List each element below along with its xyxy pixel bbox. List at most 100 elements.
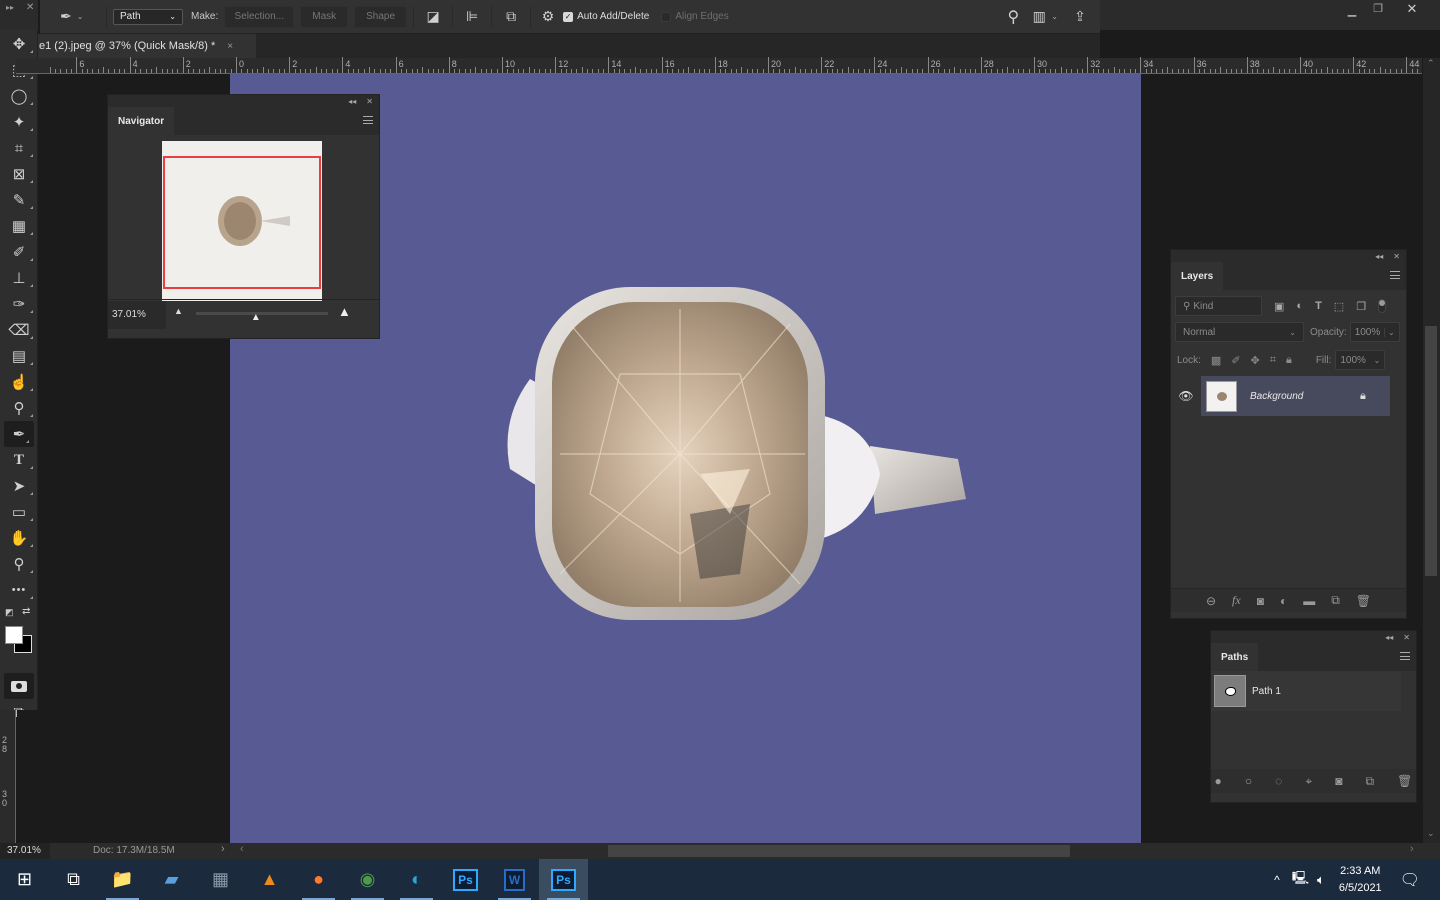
vertical-scroll-thumb[interactable] [1425, 326, 1437, 576]
lasso-tool[interactable]: ◯ [0, 83, 38, 109]
lock-position-icon[interactable]: ✥ [1251, 354, 1260, 367]
chevron-down-icon[interactable]: ⌄ [1051, 12, 1058, 21]
filter-shape-icon[interactable]: ⬚ [1334, 300, 1344, 313]
taskbar-calculator[interactable]: ▦ [196, 859, 245, 900]
eraser-tool[interactable]: ⌫ [0, 317, 38, 343]
filter-adjustment-icon[interactable]: ◐ [1296, 300, 1303, 312]
filter-smart-object-icon[interactable]: ❐ [1356, 300, 1366, 313]
layer-name[interactable]: Background [1250, 391, 1360, 402]
taskbar-photoshop-active[interactable]: Ps [539, 859, 588, 900]
delete-icon[interactable]: 🗑︎ [1356, 594, 1371, 608]
layer-filter-select[interactable]: ⚲ Kind [1175, 296, 1262, 316]
crop-tool[interactable]: ⌗ [0, 135, 38, 161]
blend-mode-select[interactable]: Normal ⌄ [1175, 322, 1304, 342]
notifications-icon[interactable]: 🗨︎ [1400, 870, 1420, 890]
make-shape-button[interactable]: Shape [354, 5, 408, 28]
filter-type-icon[interactable]: T [1315, 300, 1322, 312]
visibility-eye-icon[interactable]: 👁︎ [1171, 389, 1201, 403]
clone-stamp-tool[interactable]: ⊥ [0, 265, 38, 291]
close-icon[interactable]: ✕ [1403, 633, 1410, 642]
close-icon[interactable]: ✕ [366, 97, 373, 106]
scroll-down-icon[interactable]: ⌄ [1427, 828, 1435, 839]
taskbar-edge[interactable]: ◐ [392, 859, 441, 900]
taskbar-app-shortcut[interactable]: ▰ [147, 859, 196, 900]
filter-pixel-icon[interactable]: ▣ [1274, 300, 1284, 313]
new-layer-icon[interactable]: ⧉ [1331, 593, 1340, 608]
share-icon[interactable]: ⇪ [1066, 8, 1094, 25]
path-arrangement-icon[interactable]: ⧉ [498, 8, 524, 25]
close-icon[interactable]: × [227, 41, 233, 52]
lock-artboard-icon[interactable]: ⌗ [1270, 354, 1276, 367]
navigator-zoom-field[interactable]: 37.01% [108, 300, 166, 329]
zoom-slider-track[interactable] [196, 312, 328, 315]
start-button[interactable]: ⊞ [0, 859, 49, 900]
path-row[interactable]: Path 1 [1211, 671, 1401, 711]
document-tab[interactable]: e1 (2).jpeg @ 37% (Quick Mask/8) * × [38, 34, 256, 58]
opacity-field[interactable]: 100% ⌄ [1349, 322, 1400, 342]
taskbar-task-view[interactable]: ⧉ [49, 859, 98, 900]
default-colors-icon[interactable]: ◩ [5, 607, 14, 618]
move-tool[interactable]: ✥ [0, 31, 38, 57]
taskbar-chrome[interactable]: ◉ [343, 859, 392, 900]
volume-icon[interactable]: 🔈︎ [1317, 872, 1325, 888]
ruler-origin[interactable] [16, 58, 40, 74]
rectangle-tool[interactable]: ▭ [0, 499, 38, 525]
load-selection-icon[interactable]: ◌ [1275, 774, 1282, 788]
network-icon[interactable]: 🖳︎ [1292, 869, 1309, 891]
make-mask-button[interactable]: Mask [300, 5, 349, 28]
edit-toolbar[interactable]: ••• [0, 577, 38, 603]
lock-image-icon[interactable]: ✐ [1231, 354, 1240, 367]
zoom-out-icon[interactable]: ▲ [174, 306, 183, 316]
collapse-icon[interactable]: ◂◂ [1375, 252, 1383, 261]
stroke-path-icon[interactable]: ○ [1245, 774, 1252, 788]
fill-path-icon[interactable]: ● [1215, 774, 1222, 788]
minimize-button[interactable]: ▁ [1340, 4, 1364, 17]
close-icon[interactable]: ✕ [1393, 252, 1400, 261]
zoom-in-icon[interactable]: ▲ [338, 304, 351, 319]
panel-menu-icon[interactable] [1390, 271, 1400, 279]
path-operations-icon[interactable]: ◪ [420, 8, 446, 25]
filter-toggle[interactable] [1378, 299, 1387, 313]
panel-menu-icon[interactable] [1400, 652, 1410, 660]
zoom-tool[interactable]: ⚲ [0, 551, 38, 577]
scroll-left-icon[interactable]: ‹ [240, 843, 244, 855]
history-brush-tool[interactable]: ✑ [0, 291, 38, 317]
vertical-scrollbar[interactable]: ⌃ ⌄ [1423, 58, 1440, 843]
delete-icon[interactable]: 🗑︎ [1397, 774, 1412, 788]
scroll-up-icon[interactable]: ⌃ [1427, 58, 1435, 69]
layer-row[interactable]: 👁︎ Background 🔒︎ [1171, 376, 1406, 416]
horizontal-scroll-thumb[interactable] [608, 845, 1070, 857]
search-icon[interactable]: ⚲ [999, 7, 1027, 27]
collapse-icon[interactable]: ◂◂ [348, 97, 356, 106]
tab-paths[interactable]: Paths [1211, 643, 1259, 671]
show-hidden-icons[interactable]: ^ [1274, 873, 1280, 887]
link-layers-icon[interactable]: ⊖ [1206, 594, 1216, 608]
new-group-icon[interactable]: ▬ [1303, 594, 1315, 608]
adjustment-layer-icon[interactable]: ◐ [1280, 594, 1287, 608]
close-icon[interactable]: ✕ [26, 2, 34, 13]
frame-tool[interactable]: ⊠ [0, 161, 38, 187]
scroll-right-icon[interactable]: › [1410, 843, 1414, 855]
taskbar-photoshop[interactable]: Ps [441, 859, 490, 900]
zoom-slider-thumb[interactable]: ▲ [251, 312, 261, 323]
collapse-icon[interactable]: ◂◂ [1385, 633, 1393, 642]
gradient-tool[interactable]: ▤ [0, 343, 38, 369]
tab-layers[interactable]: Layers [1171, 262, 1224, 290]
eyedropper-tool[interactable]: ✎ [0, 187, 38, 213]
taskbar-vlc[interactable]: ▲ [245, 859, 294, 900]
fx-icon[interactable]: fx [1232, 593, 1241, 608]
type-tool[interactable]: T [0, 447, 38, 473]
foreground-color-swatch[interactable] [5, 626, 23, 644]
dodge-tool[interactable]: ⚲ [0, 395, 38, 421]
smudge-tool[interactable]: ☝ [0, 369, 38, 395]
spot-healing-tool[interactable]: ▦ [0, 213, 38, 239]
horizontal-ruler[interactable]: 6 4 2 0 2 4 6 8 10 12 14 16 18 20 22 24 26 28 30 32 34 36 38 40… [40, 57, 1422, 74]
add-mask-icon[interactable]: ◙ [1257, 594, 1264, 608]
gear-icon[interactable]: ⚙ [537, 8, 559, 25]
hand-tool[interactable]: ✋ [0, 525, 38, 551]
swap-colors-icon[interactable]: ⇄ [22, 606, 30, 617]
workspace-icon[interactable]: ▥ [1027, 8, 1051, 25]
status-doc-size[interactable]: Doc: 17.3M/18.5M [93, 845, 175, 856]
auto-add-delete-checkbox[interactable]: ✓ Auto Add/Delete [563, 0, 649, 34]
panel-menu-icon[interactable] [363, 116, 373, 124]
